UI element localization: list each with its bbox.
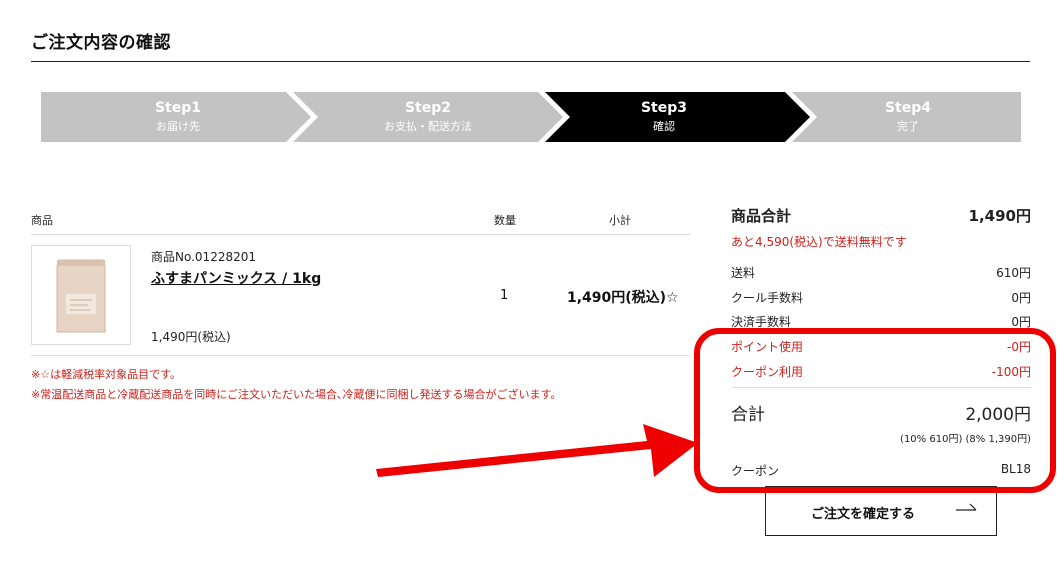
title-divider	[31, 61, 1030, 62]
confirm-order-button[interactable]: ご注文を確定する	[765, 486, 997, 536]
header-product: 商品	[31, 214, 53, 227]
page-title: ご注文内容の確認	[31, 33, 171, 53]
product-name-link[interactable]: ふすまパンミックス / 1kg	[151, 268, 321, 288]
cool-fee-label: クール手数料	[731, 291, 804, 305]
payment-fee-value: 0円	[1011, 315, 1031, 329]
coupon-label: クーポン	[731, 464, 780, 478]
step-3: Step3 確認	[564, 92, 764, 142]
shipping-label: 送料	[731, 266, 756, 280]
summary-coupon: クーポン BL18	[731, 462, 1031, 478]
step-2-name: Step2	[404, 100, 452, 116]
points-value: -0円	[1007, 340, 1031, 354]
step-2: Step2 お支払・配送方法	[328, 92, 528, 142]
summary-total: 合計 2,000円	[731, 400, 1031, 425]
confirm-order-label: ご注文を確定する	[811, 507, 916, 522]
step-1-name: Step1	[154, 100, 202, 116]
summary-cool-fee: クール手数料 0円	[731, 289, 1031, 305]
header-qty: 数量	[494, 214, 516, 227]
summary-tax-breakdown: (10% 610円) (8% 1,390円)	[731, 430, 1031, 445]
product-sku: 商品No.01228201	[151, 250, 257, 264]
tax-breakdown-value: (10% 610円) (8% 1,390円)	[900, 434, 1031, 445]
step-2-sub: お支払・配送方法	[384, 120, 472, 133]
step-progress: Step1 お届け先 Step2 お支払・配送方法 Step3 確認 Step4…	[41, 92, 1021, 142]
step-4-name: Step4	[884, 100, 932, 116]
header-subtotal: 小計	[609, 214, 631, 227]
shipping-value: 610円	[996, 266, 1031, 280]
total-label: 合計	[731, 405, 765, 425]
table-row-divider	[31, 355, 690, 356]
product-unit-price: 1,490円(税込)	[151, 330, 231, 344]
coupon-code-value: BL18	[1000, 462, 1031, 476]
step-3-sub: 確認	[653, 120, 675, 133]
step-1-sub: お届け先	[156, 120, 200, 133]
annotation-arrow-icon	[376, 424, 698, 477]
payment-fee-label: 決済手数料	[731, 315, 792, 329]
product-total-value: 1,490円	[968, 207, 1031, 225]
coupon-use-value: -100円	[991, 365, 1031, 379]
product-total-label: 商品合計	[731, 207, 792, 225]
product-qty: 1	[500, 288, 509, 303]
summary-divider	[731, 387, 1031, 388]
arrow-right-icon	[956, 503, 977, 511]
flour-bag-icon	[56, 259, 106, 333]
total-value: 2,000円	[965, 405, 1031, 425]
note-reduced-tax: ※☆は軽減税率対象品目です。	[31, 368, 181, 381]
summary-coupon-use: クーポン利用 -100円	[731, 363, 1031, 379]
points-label: ポイント使用	[731, 340, 804, 354]
product-subtotal: 1,490円(税込)☆	[567, 290, 679, 306]
note-shipping: ※常温配送商品と冷蔵配送商品を同時にご注文いただいた場合､冷蔵便に同梱し発送する…	[31, 388, 562, 401]
free-shipping-text: あと4,590(税込)で送料無料です	[731, 235, 907, 249]
coupon-use-label: クーポン利用	[731, 365, 804, 379]
cool-fee-value: 0円	[1011, 291, 1031, 305]
step-1: Step1 お届け先	[78, 92, 278, 142]
free-shipping-notice: あと4,590(税込)で送料無料です	[731, 233, 1031, 249]
step-4-sub: 完了	[897, 120, 919, 133]
summary-product-total: 商品合計 1,490円	[731, 205, 1031, 225]
step-3-name: Step3	[640, 100, 688, 116]
step-4: Step4 完了	[808, 92, 1008, 142]
summary-payment-fee: 決済手数料 0円	[731, 313, 1031, 329]
summary-shipping: 送料 610円	[731, 264, 1031, 280]
product-image[interactable]	[31, 245, 131, 345]
table-header-divider	[31, 234, 690, 235]
summary-points: ポイント使用 -0円	[731, 338, 1031, 354]
